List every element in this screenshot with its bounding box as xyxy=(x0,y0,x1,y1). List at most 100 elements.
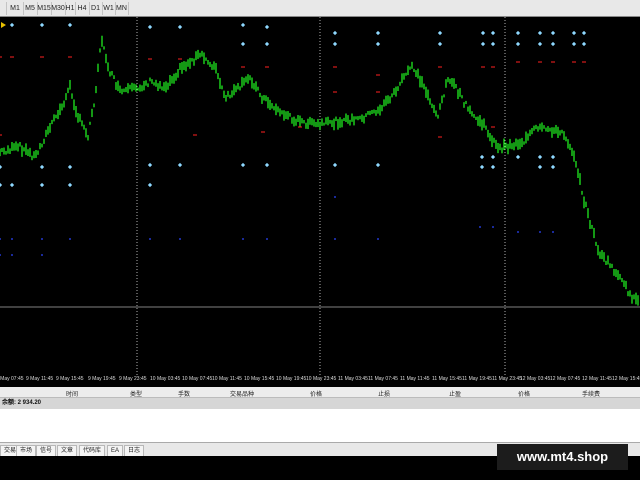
target-level-mark xyxy=(552,231,554,233)
trade-marker-icon[interactable] xyxy=(240,162,246,168)
trade-marker-icon[interactable] xyxy=(264,41,270,47)
target-level-mark xyxy=(266,238,268,240)
trade-marker-icon[interactable] xyxy=(147,24,153,30)
time-axis-label: 12 May 07:45 xyxy=(550,376,581,382)
trade-marker-icon[interactable] xyxy=(147,182,153,188)
trade-marker-icon[interactable] xyxy=(67,164,73,170)
trade-marker-icon[interactable] xyxy=(264,24,270,30)
trade-marker-icon[interactable] xyxy=(437,30,443,36)
trade-marker-icon[interactable] xyxy=(9,182,15,188)
time-axis-label: 11 May 23:45 xyxy=(492,376,522,382)
column-header-current-price[interactable]: 价格 xyxy=(518,389,530,398)
price-chart[interactable] xyxy=(0,17,640,375)
timeframe-toolbar: M1 M5 M15 M30 H1 H4 D1 W1 MN xyxy=(0,0,640,17)
trade-marker-icon[interactable] xyxy=(490,164,496,170)
trade-marker-icon[interactable] xyxy=(571,41,577,47)
trade-marker-icon[interactable] xyxy=(0,164,3,170)
trade-marker-icon[interactable] xyxy=(332,162,338,168)
trade-marker-icon[interactable] xyxy=(0,182,3,188)
trade-marker-icon[interactable] xyxy=(67,22,73,28)
target-level-mark xyxy=(517,231,519,233)
trade-marker-icon[interactable] xyxy=(537,164,543,170)
trade-marker-icon[interactable] xyxy=(177,24,183,30)
trade-marker-icon[interactable] xyxy=(480,30,486,36)
time-axis-label: 10 May 11:45 xyxy=(212,376,242,382)
target-level-mark xyxy=(377,238,379,240)
timeframe-m1-button[interactable]: M1 xyxy=(7,2,24,15)
trade-marker-icon[interactable] xyxy=(480,41,486,47)
trade-marker-icon[interactable] xyxy=(550,30,556,36)
column-header-symbol[interactable]: 交易品种 xyxy=(230,389,254,398)
trade-marker-icon[interactable] xyxy=(39,182,45,188)
timeframe-w1-button[interactable]: W1 xyxy=(102,2,116,15)
target-level-mark xyxy=(242,238,244,240)
column-header-take-profit[interactable]: 止盈 xyxy=(449,389,461,398)
trade-marker-icon[interactable] xyxy=(332,30,338,36)
trade-marker-icon[interactable] xyxy=(550,164,556,170)
watermark: www.mt4.shop xyxy=(497,444,628,470)
timeframe-m15-button[interactable]: M15 xyxy=(37,2,52,15)
trade-marker-icon[interactable] xyxy=(240,22,246,28)
time-axis-label: 10 May 03:45 xyxy=(150,376,181,382)
target-level-mark xyxy=(334,238,336,240)
trade-marker-icon[interactable] xyxy=(550,41,556,47)
trade-marker-icon[interactable] xyxy=(240,41,246,47)
time-axis-label: 10 May 19:45 xyxy=(276,376,307,382)
time-axis-label: 10 May 15:45 xyxy=(244,376,275,382)
trade-marker-icon[interactable] xyxy=(9,22,15,28)
target-level-mark xyxy=(492,226,494,228)
trade-marker-icon[interactable] xyxy=(515,154,521,160)
trade-marker-icon[interactable] xyxy=(581,41,587,47)
trade-marker-icon[interactable] xyxy=(375,41,381,47)
timeframe-h4-button[interactable]: H4 xyxy=(75,2,90,15)
column-header-price[interactable]: 价格 xyxy=(310,389,322,398)
time-axis-label: 11 May 07:45 xyxy=(368,376,398,382)
column-header-stop-loss[interactable]: 止损 xyxy=(378,389,390,398)
trade-marker-icon[interactable] xyxy=(571,30,577,36)
timeframe-m5-button[interactable]: M5 xyxy=(23,2,38,15)
trade-marker-icon[interactable] xyxy=(177,162,183,168)
trade-marker-icon[interactable] xyxy=(39,22,45,28)
trade-marker-icon[interactable] xyxy=(479,154,485,160)
trade-marker-icon[interactable] xyxy=(375,162,381,168)
column-header-time[interactable]: 时间 xyxy=(66,389,78,398)
time-axis-label: 11 May 15:45 xyxy=(432,376,462,382)
trade-marker-icon[interactable] xyxy=(537,41,543,47)
trade-marker-icon[interactable] xyxy=(537,30,543,36)
column-header-lots[interactable]: 手数 xyxy=(178,389,190,398)
trade-marker-icon[interactable] xyxy=(515,41,521,47)
trade-marker-icon[interactable] xyxy=(375,30,381,36)
time-axis: 9 May 07:459 May 11:459 May 15:45 9 May 1… xyxy=(0,375,640,386)
time-axis-label: 12 May 11:45 xyxy=(582,376,612,382)
column-header-type[interactable]: 类型 xyxy=(130,389,142,398)
trade-marker-icon[interactable] xyxy=(479,164,485,170)
target-level-mark xyxy=(149,238,151,240)
trade-marker-icon[interactable] xyxy=(490,30,496,36)
target-level-mark xyxy=(69,238,71,240)
trade-marker-icon[interactable] xyxy=(490,41,496,47)
target-level-mark xyxy=(479,226,481,228)
target-level-mark xyxy=(179,238,181,240)
timeframe-d1-button[interactable]: D1 xyxy=(89,2,103,15)
timeframe-m30-button[interactable]: M30 xyxy=(51,2,66,15)
target-level-mark xyxy=(41,238,43,240)
trade-marker-icon[interactable] xyxy=(537,154,543,160)
timeframe-mn-button[interactable]: MN xyxy=(115,2,129,15)
chart-shift-icon[interactable] xyxy=(1,22,6,28)
trade-marker-icon[interactable] xyxy=(147,162,153,168)
trade-marker-icon[interactable] xyxy=(515,30,521,36)
trade-marker-icon[interactable] xyxy=(437,41,443,47)
trade-marker-icon[interactable] xyxy=(67,182,73,188)
time-axis-label: 9 May 11:45 xyxy=(26,376,54,382)
trade-marker-icon[interactable] xyxy=(39,164,45,170)
trade-marker-icon[interactable] xyxy=(550,154,556,160)
trade-marker-icon[interactable] xyxy=(332,41,338,47)
column-header-commission[interactable]: 手续费 xyxy=(582,389,600,398)
trade-marker-icon[interactable] xyxy=(581,30,587,36)
time-axis-label: 11 May 19:45 xyxy=(462,376,492,382)
time-axis-label: 9 May 23:45 xyxy=(119,376,147,382)
time-axis-label: 10 May 23:45 xyxy=(306,376,337,382)
trade-marker-icon[interactable] xyxy=(264,162,270,168)
time-axis-label: 10 May 07:45 xyxy=(182,376,213,382)
trade-marker-icon[interactable] xyxy=(490,154,496,160)
